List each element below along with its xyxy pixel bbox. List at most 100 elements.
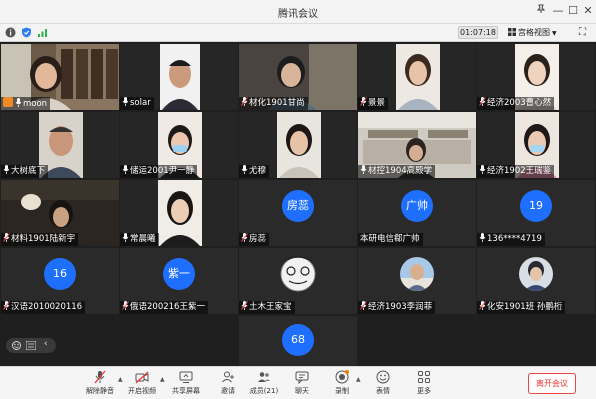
video-tile[interactable]: moon	[1, 44, 119, 110]
emoji-icon	[376, 370, 390, 384]
participant-name-label: 本研电信郗广帅	[358, 233, 423, 246]
participant-name-label: 汉语2010020116	[1, 301, 86, 314]
leave-meeting-button[interactable]: 离开会议	[528, 373, 576, 394]
microphone-muted-icon	[241, 301, 248, 310]
participant-name-label: moon	[1, 97, 51, 110]
camera-off-icon	[135, 371, 149, 384]
record-icon	[335, 370, 349, 384]
chat-button[interactable]: 聊天	[284, 370, 320, 398]
participant-name-label: 材化1901甘尚	[239, 97, 308, 110]
avatar-tile[interactable]: 房蕊 房蕊	[239, 180, 357, 246]
avatar-tile[interactable]: 化安1901班 孙鹏桁	[477, 248, 595, 314]
share-screen-icon	[179, 371, 193, 383]
microphone-muted-icon	[360, 301, 367, 310]
video-tile[interactable]: 储运2001尹一静	[120, 112, 238, 178]
avatar-tile[interactable]: 紫一 俄语200216王紫一	[120, 248, 238, 314]
microphone-muted-icon	[360, 97, 367, 106]
chevron-up-icon[interactable]: ▲	[118, 376, 123, 383]
participant-name-label: 房蕊	[239, 233, 270, 246]
participant-name-label: solar	[120, 97, 154, 110]
microphone-icon	[479, 233, 486, 242]
microphone-icon	[360, 165, 367, 174]
avatar-tile[interactable]: 19 136****4719	[477, 180, 595, 246]
microphone-icon	[3, 165, 10, 174]
list-icon[interactable]	[26, 341, 36, 350]
title-bar: 腾讯会议 — ☐ ✕	[0, 0, 596, 24]
participant-name-label: 景景	[358, 97, 389, 110]
avatar: 68	[282, 324, 314, 356]
more-button[interactable]: 更多	[406, 370, 442, 398]
video-tile[interactable]: 大树底下	[1, 112, 119, 178]
avatar: 16	[44, 258, 76, 290]
video-tile[interactable]: solar	[120, 44, 238, 110]
participant-name-label: 化安1901班 孙鹏桁	[477, 301, 566, 314]
video-tile[interactable]: 材化1901甘尚	[239, 44, 357, 110]
avatar-tile[interactable]: 68	[239, 316, 357, 366]
participant-name-label: 经济2003曹心然	[477, 97, 555, 110]
chevron-left-icon[interactable]: ‹	[44, 339, 48, 349]
add-person-icon	[222, 371, 234, 383]
video-tile[interactable]: 材控1904高殿学	[358, 112, 476, 178]
emoji-icon[interactable]	[12, 341, 21, 350]
participant-name-label: 常晨曦	[120, 233, 159, 246]
microphone-icon	[122, 233, 129, 242]
security-shield-icon[interactable]	[21, 27, 32, 38]
video-tile[interactable]: 材料1901陆新宇	[1, 180, 119, 246]
participant-name-label: 大树底下	[1, 165, 49, 178]
microphone-muted-icon	[94, 370, 106, 384]
grid-icon	[508, 28, 516, 36]
share-screen-button[interactable]: 共享屏幕	[168, 370, 204, 398]
members-button[interactable]: 成员(21)	[246, 370, 282, 398]
microphone-icon	[15, 98, 22, 107]
avatar-tile[interactable]: 广帅 本研电信郗广帅	[358, 180, 476, 246]
video-tile[interactable]: 尤穆	[239, 112, 357, 178]
participant-name-label: 储运2001尹一静	[120, 165, 198, 178]
chevron-up-icon[interactable]: ▲	[160, 376, 165, 383]
floating-controls: ‹	[6, 338, 56, 353]
close-icon[interactable]: ✕	[581, 4, 595, 18]
fullscreen-icon[interactable]: ⛶	[579, 27, 590, 38]
participant-name-label: 经济1902王瑞鉴	[477, 165, 555, 178]
participant-name-label: 俄语200216王紫一	[120, 301, 208, 314]
meeting-window: 腾讯会议 — ☐ ✕ 01:07:18 宫格视图 ▼ ⛶ moon solar …	[0, 0, 596, 399]
grid-view-label: 宫格视图	[518, 28, 550, 37]
meeting-toolbar: 解除静音 ▲ 开启视频 ▲ 共享屏幕 邀请 成员(21) 聊天 录制 ▲ 表情 …	[0, 366, 596, 399]
info-icon[interactable]	[5, 27, 16, 38]
video-tile[interactable]: 经济1902王瑞鉴	[477, 112, 595, 178]
microphone-icon	[479, 165, 486, 174]
microphone-muted-icon	[241, 233, 248, 242]
microphone-muted-icon	[3, 301, 10, 310]
microphone-muted-icon	[122, 301, 129, 310]
signal-strength-icon	[38, 29, 47, 37]
microphone-icon	[122, 97, 129, 106]
start-video-button[interactable]: 开启视频	[124, 370, 160, 398]
microphone-muted-icon	[479, 301, 486, 310]
avatar-tile[interactable]: 16 汉语2010020116	[1, 248, 119, 314]
avatar-tile[interactable]: 经济1903李润菲	[358, 248, 476, 314]
grid-view-dropdown[interactable]: 宫格视图 ▼	[508, 26, 557, 39]
video-tile[interactable]: 常晨曦	[120, 180, 238, 246]
microphone-muted-icon	[241, 97, 248, 106]
avatar: 广帅	[401, 190, 433, 222]
maximize-icon[interactable]: ☐	[566, 4, 580, 18]
chevron-down-icon: ▼	[552, 30, 557, 37]
members-icon	[258, 372, 270, 382]
participant-name-label: 材控1904高殿学	[358, 165, 436, 178]
reactions-button[interactable]: 表情	[365, 370, 401, 398]
participant-name-label: 136****4719	[477, 233, 545, 246]
participant-name-label: 土木王家宝	[239, 301, 295, 314]
avatar: 房蕊	[282, 190, 314, 222]
avatar: 紫一	[163, 258, 195, 290]
minimize-icon[interactable]: —	[551, 4, 565, 18]
more-icon	[418, 371, 430, 383]
invite-button[interactable]: 邀请	[210, 370, 246, 398]
avatar-tile[interactable]: 土木王家宝	[239, 248, 357, 314]
unmute-button[interactable]: 解除静音	[82, 370, 118, 398]
participant-name-label: 经济1903李润菲	[358, 301, 436, 314]
video-tile[interactable]: 经济2003曹心然	[477, 44, 595, 110]
record-button[interactable]: 录制	[324, 370, 360, 398]
video-tile[interactable]: 景景	[358, 44, 476, 110]
pin-icon[interactable]	[534, 4, 548, 18]
chevron-up-icon[interactable]: ▲	[356, 376, 361, 383]
microphone-muted-icon	[3, 233, 10, 242]
